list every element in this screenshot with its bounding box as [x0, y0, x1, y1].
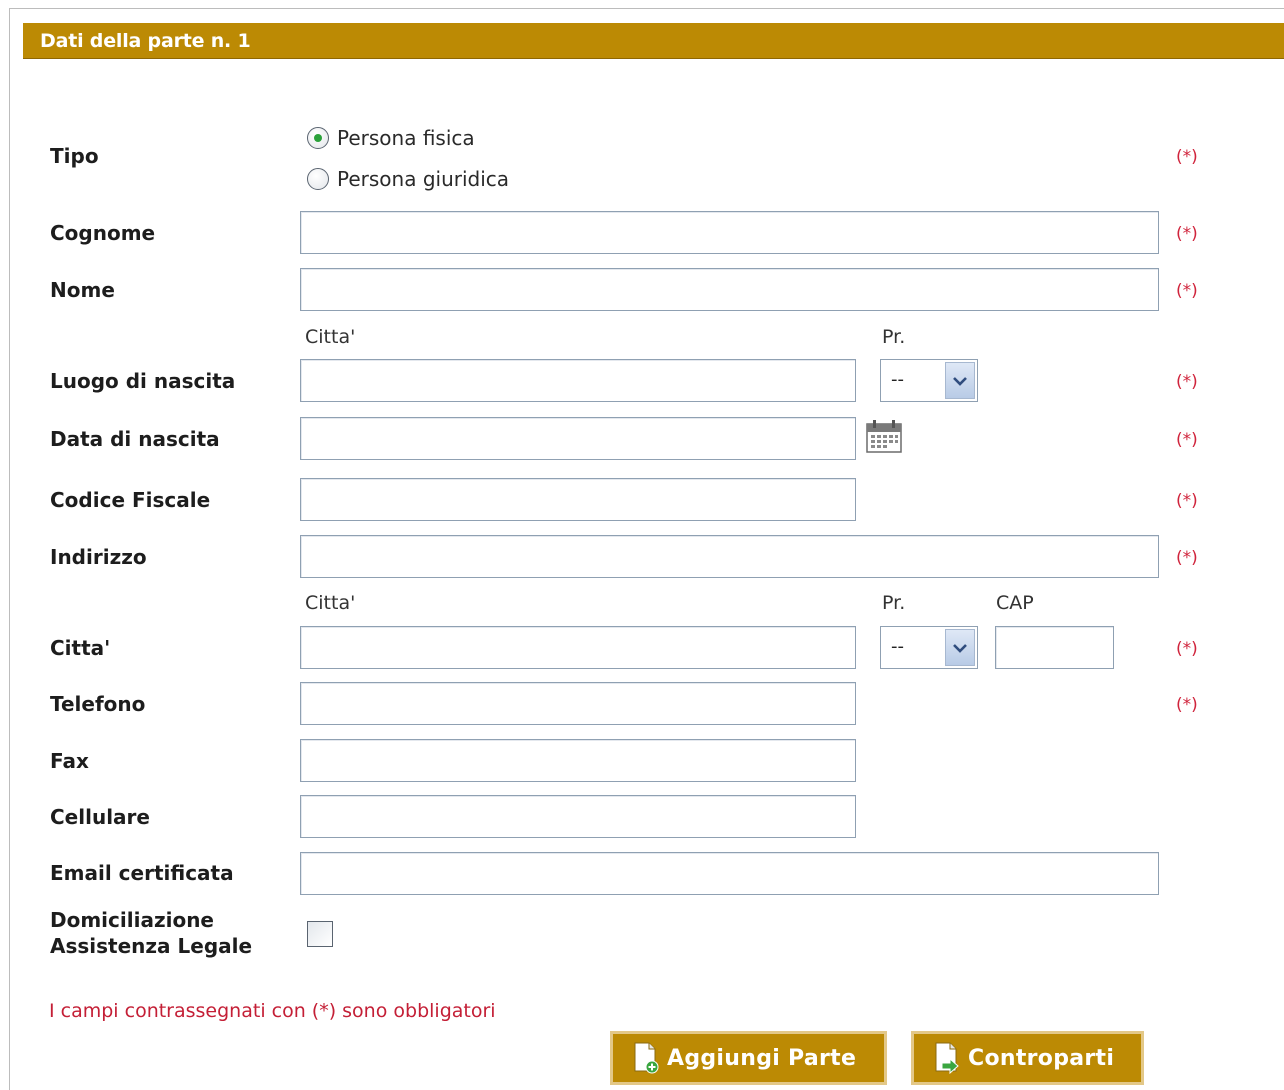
radio-button[interactable]: [307, 127, 329, 149]
counterparts-button[interactable]: Controparti: [911, 1031, 1144, 1085]
citta-prov-select[interactable]: --: [880, 626, 978, 669]
data-nascita-label: Data di nascita: [50, 427, 220, 451]
codice-fiscale-input[interactable]: [300, 478, 856, 521]
counterparts-label: Controparti: [968, 1045, 1115, 1071]
add-party-label: Aggiungi Parte: [667, 1045, 857, 1071]
cognome-input[interactable]: [300, 211, 1159, 254]
luogo-nascita-label: Luogo di nascita: [50, 369, 236, 393]
required-marker: (*): [1176, 695, 1198, 715]
cognome-label: Cognome: [50, 221, 156, 245]
email-label: Email certificata: [50, 861, 234, 885]
radio-persona-fisica[interactable]: Persona fisica: [307, 126, 475, 150]
assistenza-legale-label: Assistenza Legale: [50, 934, 253, 958]
citta-city-header: Citta': [305, 592, 356, 614]
luogo-prov-header: Pr.: [882, 326, 906, 348]
cellulare-label: Cellulare: [50, 805, 150, 829]
domiciliazione-label: Domiciliazione: [50, 908, 214, 932]
required-marker: (*): [1176, 430, 1198, 450]
luogo-city-header: Citta': [305, 326, 356, 348]
indirizzo-label: Indirizzo: [50, 545, 147, 569]
codice-fiscale-label: Codice Fiscale: [50, 488, 211, 512]
citta-cap-header: CAP: [996, 592, 1034, 614]
required-marker: (*): [1176, 147, 1198, 167]
citta-prov-header: Pr.: [882, 592, 906, 614]
required-fields-note: I campi contrassegnati con (*) sono obbl…: [49, 1000, 496, 1022]
cellulare-input[interactable]: [300, 795, 856, 838]
domiciliazione-checkbox[interactable]: [307, 921, 333, 947]
required-marker: (*): [1176, 639, 1198, 659]
radio-label: Persona giuridica: [337, 167, 510, 191]
data-nascita-input[interactable]: [300, 417, 856, 460]
indirizzo-input[interactable]: [300, 535, 1159, 578]
required-marker: (*): [1176, 548, 1198, 568]
required-marker: (*): [1176, 281, 1198, 301]
nome-label: Nome: [50, 278, 115, 302]
radio-label: Persona fisica: [337, 126, 475, 150]
section-header: Dati della parte n. 1: [23, 23, 1284, 59]
required-marker: (*): [1176, 491, 1198, 511]
citta-input[interactable]: [300, 626, 856, 669]
required-marker: (*): [1176, 372, 1198, 392]
section-title: Dati della parte n. 1: [40, 30, 251, 52]
fax-input[interactable]: [300, 739, 856, 782]
chevron-down-icon[interactable]: [945, 629, 975, 666]
luogo-nascita-prov-select[interactable]: --: [880, 359, 978, 402]
telefono-label: Telefono: [50, 692, 146, 716]
tipo-label: Tipo: [50, 144, 99, 168]
select-value: --: [891, 636, 904, 657]
calendar-icon[interactable]: [866, 420, 902, 453]
citta-label: Citta': [50, 636, 111, 660]
add-party-button[interactable]: Aggiungi Parte: [610, 1031, 887, 1085]
add-document-icon: [634, 1042, 659, 1074]
radio-button[interactable]: [307, 168, 329, 190]
fax-label: Fax: [50, 749, 89, 773]
nome-input[interactable]: [300, 268, 1159, 311]
email-input[interactable]: [300, 852, 1159, 895]
required-marker: (*): [1176, 224, 1198, 244]
cap-input[interactable]: [995, 626, 1114, 669]
telefono-input[interactable]: [300, 682, 856, 725]
document-arrow-icon: [935, 1042, 959, 1074]
luogo-nascita-city-input[interactable]: [300, 359, 856, 402]
select-value: --: [891, 369, 904, 390]
chevron-down-icon[interactable]: [945, 362, 975, 399]
radio-persona-giuridica[interactable]: Persona giuridica: [307, 167, 509, 191]
